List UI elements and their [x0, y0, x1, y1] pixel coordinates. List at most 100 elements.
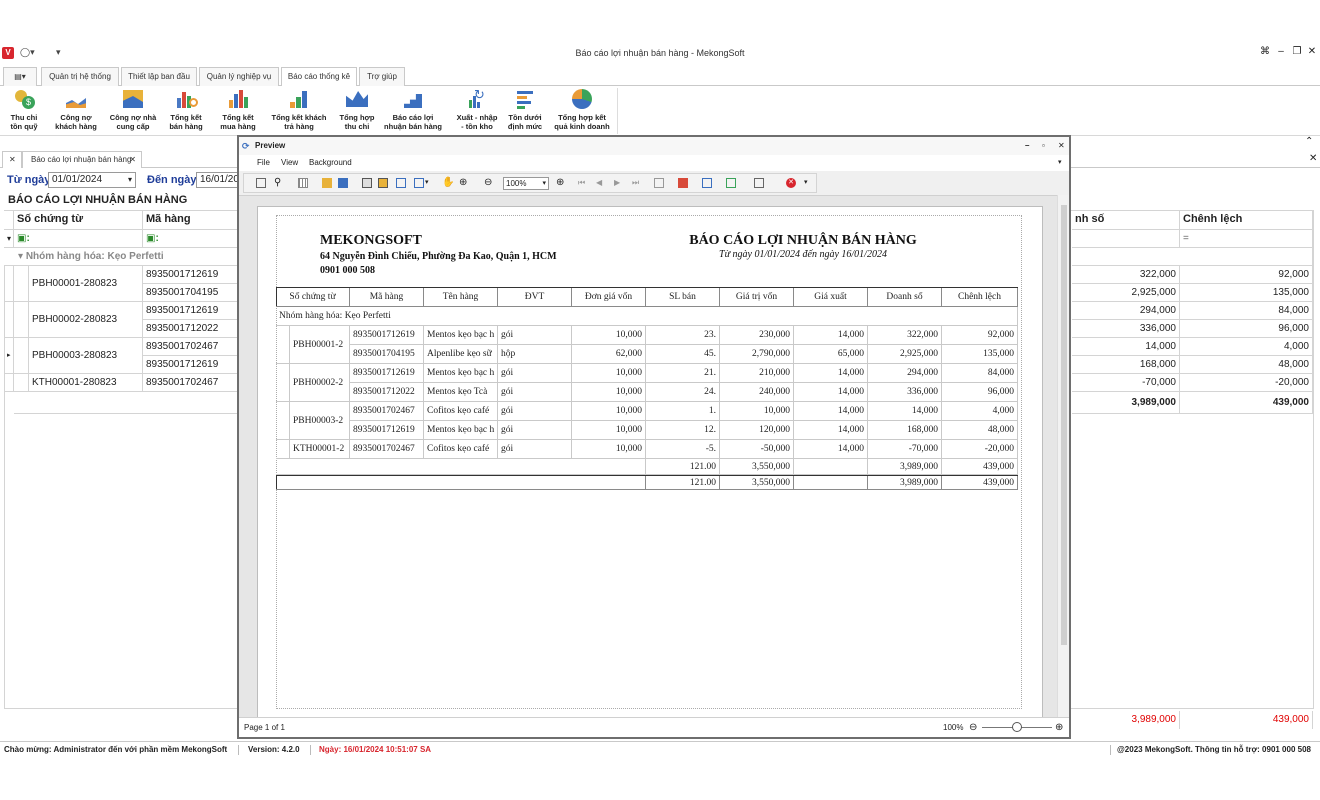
watermark-icon[interactable] — [702, 178, 712, 188]
bao-cao-loi-nhuan-ban-hang-button[interactable]: Báo cáo lợi nhuận bán hàng — [380, 88, 446, 134]
preview-close-icon[interactable]: ✕ — [1058, 137, 1065, 155]
doc-tab-bao-cao-loi-nhuan[interactable]: Báo cáo lợi nhuận bán hàng ✕ — [22, 151, 142, 168]
tab-thiet-lap-ban-dau[interactable]: Thiết lập ban đầu — [121, 67, 197, 86]
tong-ket-khach-tra-hang-button[interactable]: Tổng kết khách trả hàng — [266, 88, 332, 134]
filter-cell-doanh-so[interactable] — [1072, 230, 1180, 248]
row-indicator[interactable] — [4, 302, 14, 338]
parameters-icon[interactable] — [298, 178, 308, 188]
tab-quan-tri-he-thong[interactable]: Quản trị hệ thống — [41, 67, 119, 86]
col-header-doanh-so[interactable]: nh số — [1072, 211, 1180, 230]
from-date-picker[interactable]: 01/01/2024 ▾ — [48, 172, 136, 188]
scrollbar-thumb[interactable] — [1061, 205, 1067, 645]
close-document-icon[interactable]: ✕ — [1309, 153, 1317, 164]
send-email-icon[interactable] — [754, 178, 764, 188]
grid-chenh-lech-cell[interactable]: 96,000 — [1180, 320, 1313, 338]
ton-duoi-dinh-muc-button[interactable]: Tồn dưới định mức — [504, 88, 546, 134]
grid-doanh-so-cell[interactable]: 336,000 — [1072, 320, 1180, 338]
menu-file[interactable]: File — [257, 155, 270, 171]
hand-tool-icon[interactable]: ✋ — [442, 178, 454, 188]
grid-chenh-lech-cell[interactable]: 48,000 — [1180, 356, 1313, 374]
document-map-icon[interactable] — [256, 178, 266, 188]
find-binoculars-icon[interactable]: ⚲ — [274, 178, 284, 188]
cong-no-nha-cung-cap-button[interactable]: Công nợ nhà cung cấp — [106, 88, 160, 134]
scale-icon[interactable] — [414, 178, 424, 188]
grid-chenh-lech-cell[interactable]: 84,000 — [1180, 302, 1313, 320]
menu-view[interactable]: View — [281, 155, 298, 171]
tong-hop-thu-chi-button[interactable]: Tổng hợp thu chi — [336, 88, 378, 134]
next-page-icon[interactable]: ▶ — [614, 178, 624, 188]
grid-code-cell[interactable]: 8935001702467 — [143, 374, 239, 392]
zoom-in-icon[interactable]: ⊕ — [556, 178, 566, 188]
minimize-icon[interactable]: – — [1274, 46, 1288, 57]
background-color-icon[interactable] — [678, 178, 688, 188]
col-header-so-chung-tu[interactable]: Số chứng từ — [14, 211, 143, 230]
preview-minimize-icon[interactable]: – — [1025, 137, 1029, 155]
grid-chenh-lech-cell[interactable]: 4,000 — [1180, 338, 1313, 356]
multiple-pages-icon[interactable] — [654, 178, 664, 188]
grid-doanh-so-cell[interactable]: 294,000 — [1072, 302, 1180, 320]
preview-maximize-icon[interactable]: ▫ — [1042, 137, 1045, 155]
grid-doanh-so-cell[interactable]: -70,000 — [1072, 374, 1180, 392]
grid-code-cell[interactable]: 8935001704195 — [143, 284, 239, 302]
close-preview-icon[interactable]: ✕ — [786, 178, 796, 188]
zoom-slider-thumb[interactable] — [1012, 722, 1022, 732]
thu-chi-ton-quy-button[interactable]: $ Thu chi tồn quỹ — [4, 88, 44, 134]
grid-chenh-lech-cell[interactable]: -20,000 — [1180, 374, 1313, 392]
cong-no-khach-hang-button[interactable]: Công nợ khách hàng — [50, 88, 102, 134]
grid-doc-cell[interactable]: PBH00002-280823 — [29, 302, 143, 338]
tab-tro-giup[interactable]: Trợ giúp — [359, 67, 405, 86]
page-setup-icon[interactable] — [396, 178, 406, 188]
col-header-ma-hang[interactable]: Mã hàng — [143, 211, 239, 230]
tab-quan-ly-nghiep-vu[interactable]: Quản lý nghiệp vụ — [199, 67, 279, 86]
last-page-icon[interactable]: ⏭ — [632, 178, 642, 188]
toolbar-overflow-icon[interactable]: ▾ — [804, 178, 810, 188]
tong-ket-ban-hang-button[interactable]: Tổng kết bán hàng — [164, 88, 208, 134]
tab-bao-cao-thong-ke[interactable]: Báo cáo thống kê — [281, 67, 357, 87]
export-icon[interactable] — [726, 178, 736, 188]
app-menu-button[interactable]: ▤▾ — [3, 67, 37, 86]
print-icon[interactable] — [362, 178, 372, 188]
grid-doc-cell[interactable]: PBH00001-280823 — [29, 266, 143, 302]
zoom-plus-icon[interactable]: ⊕ — [1055, 718, 1063, 738]
group-collapse-icon[interactable]: ▾ — [18, 251, 26, 262]
first-page-icon[interactable]: ⏮ — [578, 178, 588, 188]
maximize-icon[interactable]: ❐ — [1290, 46, 1304, 57]
grid-doanh-so-cell[interactable]: 14,000 — [1072, 338, 1180, 356]
preview-canvas[interactable]: MEKONGSOFT 64 Nguyễn Đình Chiểu, Phường … — [239, 195, 1069, 718]
grid-code-cell[interactable]: 8935001712619 — [143, 356, 239, 374]
grid-code-cell[interactable]: 8935001712022 — [143, 320, 239, 338]
grid-doc-cell[interactable]: KTH00001-280823 — [29, 374, 143, 392]
zoom-out-icon[interactable]: ⊖ — [484, 178, 494, 188]
grid-code-cell[interactable]: 8935001712619 — [143, 266, 239, 284]
grid-chenh-lech-cell[interactable]: 92,000 — [1180, 266, 1313, 284]
scale-dropdown-icon[interactable]: ▾ — [425, 178, 431, 188]
close-tab-icon[interactable]: ✕ — [129, 152, 136, 168]
grid-chenh-lech-cell[interactable]: 135,000 — [1180, 284, 1313, 302]
grid-doc-cell[interactable]: PBH00003-280823 — [29, 338, 143, 374]
zoom-combo[interactable]: 100% ▾ — [503, 177, 549, 190]
menu-background[interactable]: Background — [309, 155, 352, 171]
to-date-picker[interactable]: 16/01/20 — [196, 172, 240, 188]
restore-layout-icon[interactable]: ⌘ — [1258, 46, 1272, 57]
collapse-ribbon-icon[interactable]: ⌃ — [1305, 136, 1313, 147]
group-row[interactable]: ▾ Nhóm hàng hóa: Kẹo Perfetti — [4, 248, 239, 266]
filter-cell-so-chung-tu[interactable]: ▣: — [14, 230, 143, 248]
close-all-tabs-icon[interactable]: ✕ — [2, 151, 22, 168]
filter-cell-ma-hang[interactable]: ▣: — [143, 230, 239, 248]
grid-code-cell[interactable]: 8935001712619 — [143, 302, 239, 320]
grid-doanh-so-cell[interactable]: 2,925,000 — [1072, 284, 1180, 302]
zoom-minus-icon[interactable]: ⊖ — [969, 718, 977, 738]
row-indicator[interactable]: ▸ — [4, 338, 14, 374]
zoom-dropdown-icon[interactable]: ▾ — [542, 178, 546, 189]
previous-page-icon[interactable]: ◀ — [596, 178, 606, 188]
save-icon[interactable] — [338, 178, 348, 188]
open-folder-icon[interactable] — [322, 178, 332, 188]
row-indicator[interactable] — [4, 266, 14, 302]
xuat-nhap-ton-kho-button[interactable]: ↻ Xuất - nhập - tồn kho — [452, 88, 502, 134]
menu-overflow-icon[interactable]: ▾ — [1058, 155, 1062, 171]
tong-ket-mua-hang-button[interactable]: Tổng kết mua hàng — [216, 88, 260, 134]
grid-doanh-so-cell[interactable]: 322,000 — [1072, 266, 1180, 284]
tong-hop-ket-qua-kinh-doanh-button[interactable]: Tổng hợp kết quả kinh doanh — [550, 88, 614, 134]
grid-doanh-so-cell[interactable]: 168,000 — [1072, 356, 1180, 374]
row-indicator[interactable] — [4, 374, 14, 392]
